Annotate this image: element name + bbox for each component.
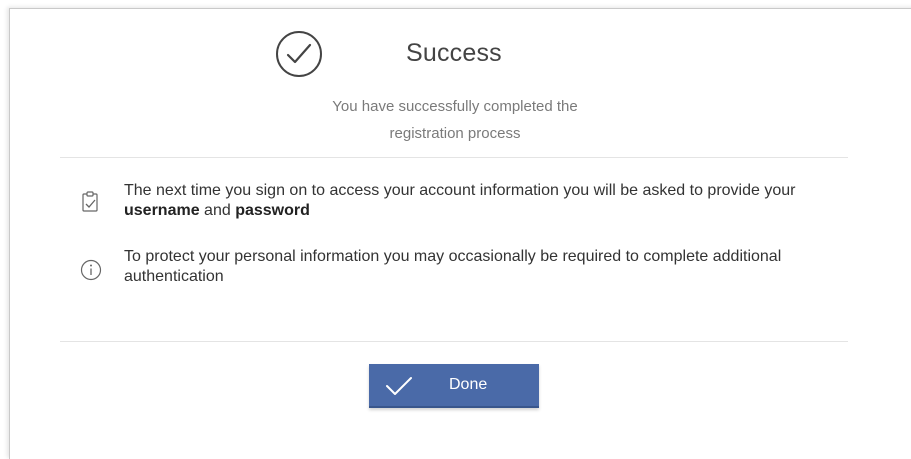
dialog-header: Success You have successfully completed … bbox=[10, 9, 911, 157]
info-text-part: The next time you sign on to access your… bbox=[124, 182, 796, 199]
done-button[interactable]: Done bbox=[369, 364, 539, 408]
success-message-line-2: registration process bbox=[389, 125, 521, 142]
success-message: You have successfully completed the regi… bbox=[300, 93, 610, 147]
checkmark-icon bbox=[385, 375, 413, 397]
password-emphasis: password bbox=[235, 202, 310, 219]
clipboard-check-icon bbox=[80, 190, 102, 214]
done-button-label: Done bbox=[449, 376, 488, 393]
info-text-authentication: To protect your personal information you… bbox=[124, 248, 782, 285]
success-message-line-1: You have successfully completed the bbox=[332, 98, 578, 115]
info-circle-icon bbox=[80, 259, 102, 283]
checkmark-circle-icon bbox=[275, 30, 323, 78]
page-title: Success bbox=[406, 39, 502, 67]
username-emphasis: username bbox=[124, 202, 200, 219]
info-text-part: and bbox=[199, 202, 236, 219]
divider bbox=[60, 341, 848, 342]
info-text-credentials: The next time you sign on to access your… bbox=[124, 181, 844, 221]
divider bbox=[60, 157, 848, 158]
success-dialog: Success You have successfully completed … bbox=[9, 8, 911, 459]
